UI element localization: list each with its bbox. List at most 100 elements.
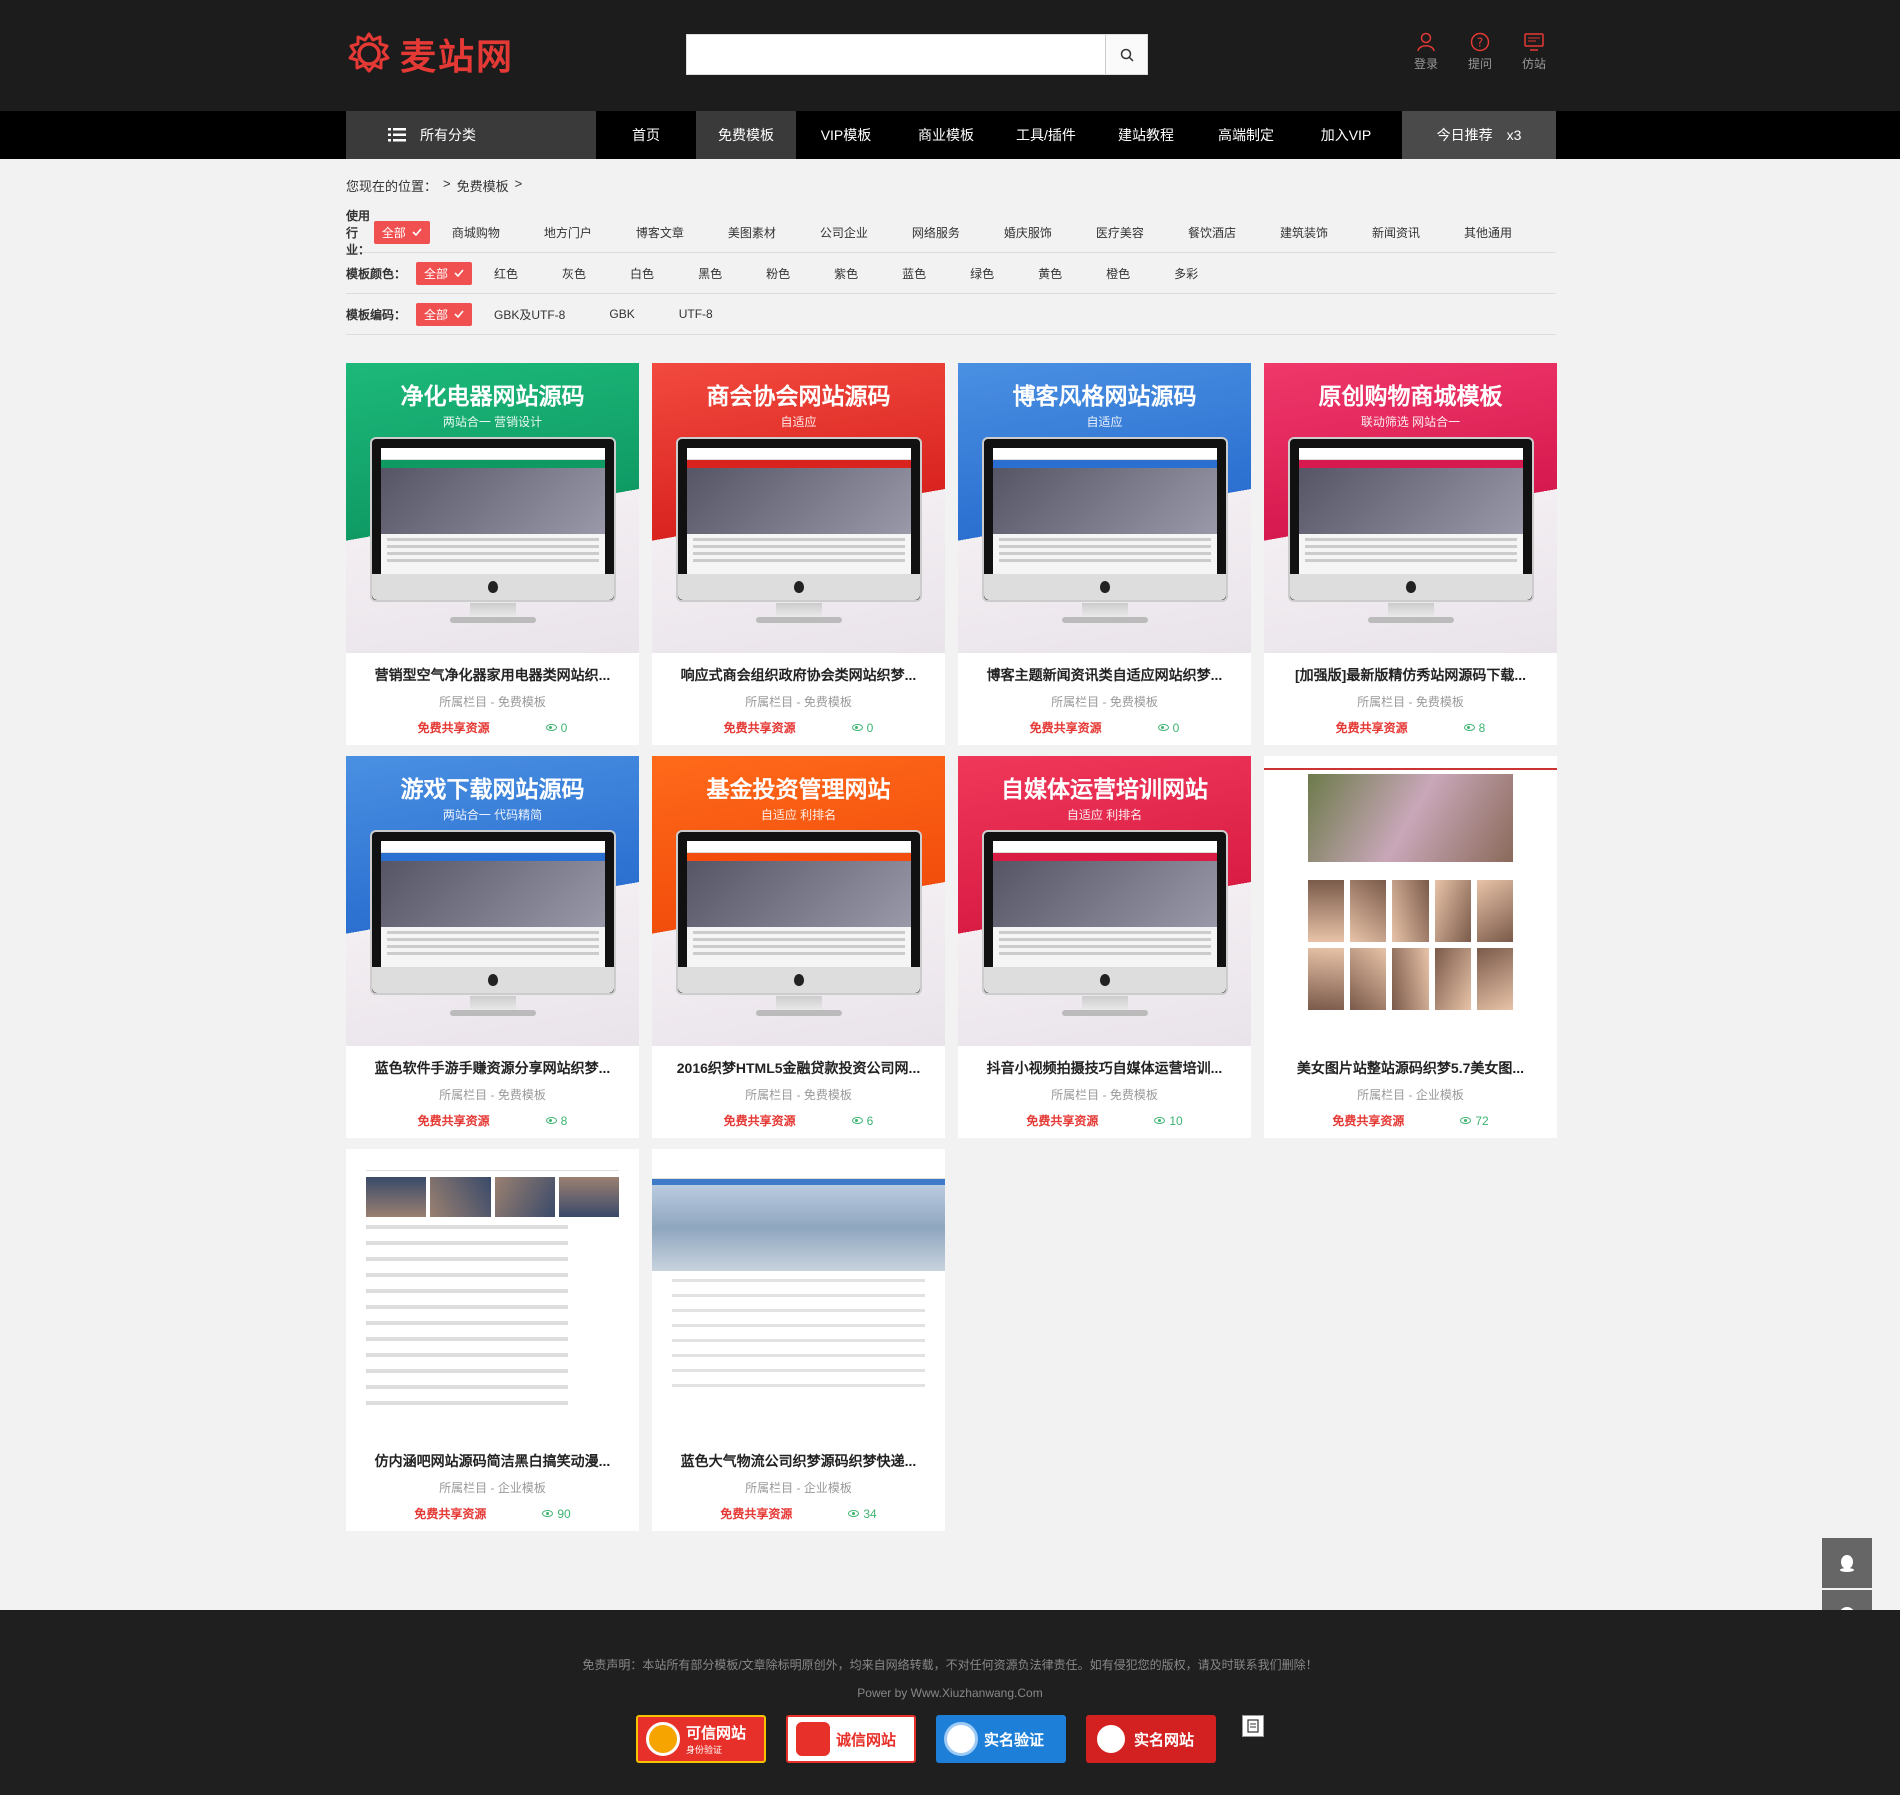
template-card[interactable]: 博客风格网站源码 自适应博客主题新闻资讯类自适应网站织梦... 所属栏目 - 免费模… — [958, 363, 1251, 745]
today-recommend-button[interactable]: 今日推荐 x3 — [1402, 111, 1556, 159]
clone-site-link[interactable]: 仿站 — [1518, 32, 1550, 72]
template-thumbnail[interactable]: 商会协会网站源码 自适应 — [652, 363, 945, 653]
template-thumbnail[interactable]: 净化电器网站源码 两站合一 营销设计 — [346, 363, 639, 653]
filter-option[interactable]: 网络服务 — [912, 224, 960, 241]
template-title[interactable]: 响应式商会组织政府协会类网站织梦... — [652, 665, 945, 685]
trusted-site-badge[interactable]: 可信网站 身份验证 — [636, 1715, 766, 1763]
check-icon — [454, 310, 464, 318]
template-title[interactable]: 仿内涵吧网站源码简洁黑白搞笑动漫... — [346, 1451, 639, 1471]
search-box — [686, 34, 1148, 75]
filter-option[interactable]: GBK及UTF-8 — [494, 306, 565, 323]
all-categories-button[interactable]: 所有分类 — [346, 111, 596, 159]
template-card[interactable]: 原创购物商城模板 联动筛选 网站合一 [加强版]最新版精仿秀站网源码下载... 所属栏… — [1264, 363, 1557, 745]
integrity-site-badge[interactable]: 诚信网站 — [786, 1715, 916, 1763]
nav-item[interactable]: 首页 — [596, 111, 696, 159]
filter-option[interactable]: 蓝色 — [902, 265, 926, 282]
realname-site-badge[interactable]: 实名网站 — [1086, 1715, 1216, 1763]
template-thumbnail[interactable] — [1264, 756, 1557, 1046]
filter-option[interactable]: 地方门户 — [544, 224, 592, 241]
template-category: 所属栏目 - 企业模板 — [439, 1481, 546, 1495]
user-icon — [1417, 32, 1435, 52]
filter-option-selected[interactable]: 全部 — [373, 220, 430, 244]
template-card[interactable]: 商会协会网站源码 自适应 响应式商会组织政府协会类网站织梦... 所属栏目 - 免费模… — [652, 363, 945, 745]
filter-option[interactable]: 餐饮酒店 — [1188, 224, 1236, 241]
nav-item[interactable]: 免费模板 — [696, 111, 796, 159]
template-category: 所属栏目 - 免费模板 — [745, 1088, 852, 1102]
template-thumbnail[interactable]: 自媒体运营培训网站 自适应 利排名 — [958, 756, 1251, 1046]
nav-item[interactable]: 加入VIP — [1296, 111, 1396, 159]
filter-option[interactable]: 黄色 — [1038, 265, 1062, 282]
template-card[interactable]: 美女图片站整站源码织梦5.7美女图... 所属栏目 - 企业模板 免费共享资源 72 — [1264, 756, 1557, 1138]
nav-item[interactable]: 建站教程 — [1096, 111, 1196, 159]
footer-power[interactable]: Power by Www.Xiuzhanwang.Com — [0, 1686, 1900, 1700]
filter-option[interactable]: 黑色 — [698, 265, 722, 282]
template-category: 所属栏目 - 免费模板 — [1051, 695, 1158, 709]
nav-item[interactable]: 高端制定 — [1196, 111, 1296, 159]
template-thumbnail[interactable]: 原创购物商城模板 联动筛选 网站合一 — [1264, 363, 1557, 653]
filter-option[interactable]: 橙色 — [1106, 265, 1130, 282]
login-link[interactable]: 登录 — [1410, 32, 1442, 72]
monitor-mockup — [370, 437, 616, 602]
filter-option[interactable]: 粉色 — [766, 265, 790, 282]
template-title[interactable]: 抖音小视频拍摄技巧自媒体运营培训... — [958, 1058, 1251, 1078]
template-title[interactable]: 博客主题新闻资讯类自适应网站织梦... — [958, 665, 1251, 685]
template-thumbnail[interactable]: 博客风格网站源码 自适应 — [958, 363, 1251, 653]
monitor-base — [450, 617, 536, 623]
question-icon: ? — [1470, 32, 1490, 52]
filter-option[interactable]: 美图素材 — [728, 224, 776, 241]
filter-option[interactable]: 灰色 — [562, 265, 586, 282]
eye-icon — [1460, 1117, 1472, 1124]
template-title[interactable]: 蓝色软件手游手赚资源分享网站织梦... — [346, 1058, 639, 1078]
template-title[interactable]: [加强版]最新版精仿秀站网源码下载... — [1264, 665, 1557, 685]
filter-option[interactable]: 多彩 — [1174, 265, 1198, 282]
template-thumbnail[interactable]: 游戏下载网站源码 两站合一 代码精简 — [346, 756, 639, 1046]
filter-option-selected[interactable]: 全部 — [416, 302, 473, 326]
filter-option[interactable]: 医疗美容 — [1096, 224, 1144, 241]
screen-banner — [381, 861, 605, 927]
breadcrumb-current[interactable]: 免费模板 — [457, 176, 509, 195]
preview-content — [672, 1279, 925, 1387]
filter-option[interactable]: GBK — [609, 307, 634, 321]
filter-option[interactable]: 其他通用 — [1464, 224, 1512, 241]
filter-option[interactable]: 商城购物 — [452, 224, 500, 241]
filter-option[interactable]: 博客文章 — [636, 224, 684, 241]
search-input[interactable] — [687, 35, 1105, 74]
template-card[interactable]: 蓝色大气物流公司织梦源码织梦快递... 所属栏目 - 企业模板 免费共享资源 34 — [652, 1149, 945, 1531]
template-title[interactable]: 营销型空气净化器家用电器类网站织... — [346, 665, 639, 685]
filter-option-selected[interactable]: 全部 — [416, 261, 473, 285]
site-logo[interactable]: 麦站网 — [346, 30, 514, 78]
qq-button[interactable] — [1822, 1538, 1872, 1588]
template-thumbnail[interactable] — [652, 1149, 945, 1439]
filter-option[interactable]: 红色 — [494, 265, 518, 282]
badge-title: 可信网站 — [686, 1724, 747, 1742]
template-title[interactable]: 2016织梦HTML5金融贷款投资公司网... — [652, 1058, 945, 1078]
template-title[interactable]: 美女图片站整站源码织梦5.7美女图... — [1264, 1058, 1557, 1078]
filter-option[interactable]: UTF-8 — [679, 307, 713, 321]
template-card[interactable]: 游戏下载网站源码 两站合一 代码精简 蓝色软件手游手赚资源分享网站织梦... 所属栏目… — [346, 756, 639, 1138]
template-card[interactable]: 自媒体运营培训网站 自适应 利排名 抖音小视频拍摄技巧自媒体运营培训... 所属栏目 … — [958, 756, 1251, 1138]
monitor-mockup — [370, 830, 616, 995]
filter-option[interactable]: 新闻资讯 — [1372, 224, 1420, 241]
template-title[interactable]: 蓝色大气物流公司织梦源码织梦快递... — [652, 1451, 945, 1471]
list-line — [366, 1305, 569, 1309]
template-thumbnail[interactable]: 基金投资管理网站 自适应 利排名 — [652, 756, 945, 1046]
nav-item[interactable]: 商业模板 — [896, 111, 996, 159]
filter-option[interactable]: 婚庆服饰 — [1004, 224, 1052, 241]
nav-item[interactable]: 工具/插件 — [996, 111, 1096, 159]
template-thumbnail[interactable] — [346, 1149, 639, 1439]
filter-option[interactable]: 建筑装饰 — [1280, 224, 1328, 241]
realname-verify-badge[interactable]: 实名验证 — [936, 1715, 1066, 1763]
document-icon[interactable] — [1242, 1715, 1264, 1737]
free-resource-label: 免费共享资源 — [1026, 1114, 1099, 1128]
filter-option[interactable]: 绿色 — [970, 265, 994, 282]
template-card[interactable]: 仿内涵吧网站源码简洁黑白搞笑动漫... 所属栏目 - 企业模板 免费共享资源 90 — [346, 1149, 639, 1531]
filter-option[interactable]: 紫色 — [834, 265, 858, 282]
template-card[interactable]: 基金投资管理网站 自适应 利排名 2016织梦HTML5金融贷款投资公司网... 所属… — [652, 756, 945, 1138]
search-button[interactable] — [1105, 35, 1147, 74]
nav-item[interactable]: VIP模板 — [796, 111, 896, 159]
template-card[interactable]: 净化电器网站源码 两站合一 营销设计 营销型空气净化器家用电器类网站织... 所属栏目… — [346, 363, 639, 745]
monitor-base — [756, 1010, 842, 1016]
filter-option[interactable]: 白色 — [630, 265, 654, 282]
ask-link[interactable]: ? 提问 — [1464, 32, 1496, 72]
filter-option[interactable]: 公司企业 — [820, 224, 868, 241]
